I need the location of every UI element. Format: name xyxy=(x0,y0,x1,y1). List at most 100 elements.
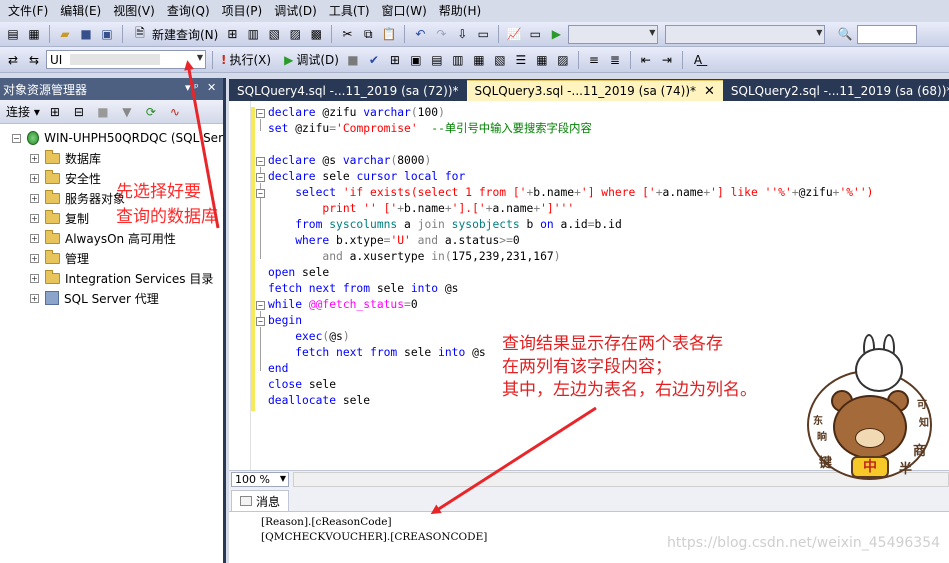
results-to-grid-icon[interactable]: ▦ xyxy=(533,51,551,69)
dmx-query-icon[interactable]: ▧ xyxy=(265,25,283,43)
filter-icon[interactable]: ▼ xyxy=(118,103,136,121)
specify-values-icon[interactable]: A͟ xyxy=(689,51,707,69)
stop-icon[interactable]: ■ xyxy=(344,51,362,69)
start-icon[interactable]: ▶ xyxy=(547,25,565,43)
new-project-icon[interactable]: ▤ xyxy=(4,25,22,43)
tree-node-databases[interactable]: + 数据库 xyxy=(0,148,223,168)
fold-collapse-icon[interactable]: − xyxy=(256,301,265,310)
tab-sqlquery3[interactable]: SQLQuery3.sql -...11_2019 (sa (74))* ✕ xyxy=(466,80,723,101)
results-to-file-icon[interactable]: ▨ xyxy=(554,51,572,69)
menu-edit[interactable]: 编辑(E) xyxy=(54,0,107,22)
tree-node-integration-services[interactable]: + Integration Services 目录 xyxy=(0,268,223,288)
mdx-query-icon[interactable]: ▥ xyxy=(244,25,262,43)
debug-button[interactable]: ▶ 调试(D) xyxy=(282,51,341,68)
db-engine-query-icon[interactable]: ⊞ xyxy=(223,25,241,43)
menu-help[interactable]: 帮助(H) xyxy=(433,0,487,22)
undo-icon[interactable]: ↶ xyxy=(411,25,429,43)
close-icon[interactable]: ✕ xyxy=(207,81,216,94)
expand-icon[interactable]: + xyxy=(30,253,39,263)
pin-icon[interactable]: ▾ ᵖ xyxy=(185,81,199,94)
menu-window[interactable]: 窗口(W) xyxy=(376,0,433,22)
tab-sqlquery2[interactable]: SQLQuery2.sql -...11_2019 (sa (68))* xyxy=(723,80,949,101)
debug-play-icon: ▶ xyxy=(284,52,294,67)
menu-project[interactable]: 项目(P) xyxy=(216,0,269,22)
tree-node-label: 管理 xyxy=(65,251,90,266)
fold-collapse-icon[interactable]: − xyxy=(256,157,265,166)
uncomment-icon[interactable]: ≣ xyxy=(606,51,624,69)
open-folder-icon[interactable]: ▰ xyxy=(56,25,74,43)
copy-icon[interactable]: ⧉ xyxy=(359,25,377,43)
tab-messages[interactable]: 消息 xyxy=(231,490,290,511)
analysis-query-icon[interactable]: ▩ xyxy=(307,25,325,43)
comment-icon[interactable]: ≡ xyxy=(585,51,603,69)
activity-icon[interactable]: ∿ xyxy=(166,103,184,121)
refresh-icon[interactable]: ⟳ xyxy=(142,103,160,121)
query-designer-icon[interactable]: ▣ xyxy=(407,51,425,69)
close-icon[interactable]: ✕ xyxy=(704,84,715,99)
sticker-char: 商 xyxy=(913,444,927,459)
new-query-button[interactable]: 🗎 新建查询(N) xyxy=(129,25,220,43)
save-icon[interactable]: ■ xyxy=(77,25,95,43)
change-connection-icon[interactable]: ⇆ xyxy=(25,51,43,69)
decrease-indent-icon[interactable]: ⇤ xyxy=(637,51,655,69)
expand-icon[interactable]: + xyxy=(30,173,39,183)
increase-indent-icon[interactable]: ⇥ xyxy=(658,51,676,69)
solution-platform-combo[interactable]: ▼ xyxy=(665,24,826,44)
code-line: and a.xusertype in(175,239,231,167) xyxy=(268,250,561,263)
connect-object-icon[interactable]: ⊞ xyxy=(46,103,64,121)
sticker-char: 半 xyxy=(899,462,913,477)
include-plan-icon[interactable]: ▥ xyxy=(449,51,467,69)
folder-icon xyxy=(45,169,60,184)
collapse-icon[interactable]: − xyxy=(12,133,21,143)
xmla-query-icon[interactable]: ▨ xyxy=(286,25,304,43)
expand-icon[interactable]: + xyxy=(30,273,39,283)
fold-collapse-icon[interactable]: − xyxy=(256,109,265,118)
expand-icon[interactable]: + xyxy=(30,193,39,203)
solution-config-combo[interactable]: ▼ xyxy=(568,24,659,44)
tree-node-alwayson[interactable]: + AlwaysOn 高可用性 xyxy=(0,228,223,248)
tab-sqlquery4[interactable]: SQLQuery4.sql -...11_2019 (sa (72))* xyxy=(229,80,467,101)
find-combo[interactable] xyxy=(857,24,918,44)
expand-icon[interactable]: + xyxy=(30,213,39,223)
navigate-icon[interactable]: ⇩ xyxy=(453,25,471,43)
menu-view[interactable]: 视图(V) xyxy=(107,0,161,22)
menu-query[interactable]: 查询(Q) xyxy=(161,0,216,22)
add-item-icon[interactable]: ▦ xyxy=(25,25,43,43)
menu-debug[interactable]: 调试(D) xyxy=(268,0,323,22)
disconnect-icon[interactable]: ⊟ xyxy=(70,103,88,121)
stop-icon[interactable]: ■ xyxy=(94,103,112,121)
paste-icon[interactable]: 📋 xyxy=(380,25,398,43)
debug-target-icon[interactable]: ▭ xyxy=(526,25,544,43)
execute-icon: ! xyxy=(221,52,227,67)
expand-icon[interactable]: + xyxy=(30,153,39,163)
menu-file[interactable]: 文件(F) xyxy=(2,0,54,22)
expand-icon[interactable]: + xyxy=(30,233,39,243)
tree-server-node[interactable]: − WIN-UHPH50QRDQC (SQL Ser xyxy=(0,128,223,148)
expand-icon[interactable]: + xyxy=(30,293,39,303)
fold-collapse-icon[interactable]: − xyxy=(256,189,265,198)
window-icon[interactable]: ▭ xyxy=(474,25,492,43)
tree-node-management[interactable]: + 管理 xyxy=(0,248,223,268)
cut-icon[interactable]: ✂ xyxy=(338,25,356,43)
menu-tools[interactable]: 工具(T) xyxy=(323,0,376,22)
tree-node-sql-agent[interactable]: + SQL Server 代理 xyxy=(0,288,223,308)
connect-icon[interactable]: ⇄ xyxy=(4,51,22,69)
estimated-plan-icon[interactable]: ⊞ xyxy=(386,51,404,69)
fold-guide xyxy=(260,119,261,131)
execute-button[interactable]: ! 执行(X) xyxy=(219,51,273,68)
fold-collapse-icon[interactable]: − xyxy=(256,317,265,326)
activity-monitor-icon[interactable]: 📈 xyxy=(505,25,523,43)
fold-collapse-icon[interactable]: − xyxy=(256,173,265,182)
intellisense-icon[interactable]: ▤ xyxy=(428,51,446,69)
zoom-combo[interactable]: 100 % ▼ xyxy=(231,472,289,487)
connect-dropdown[interactable]: 连接 ▾ xyxy=(6,103,40,120)
redo-icon[interactable]: ↷ xyxy=(432,25,450,43)
folder-icon xyxy=(45,209,60,224)
find-in-files-icon[interactable]: 🔍 xyxy=(836,25,854,43)
client-stats-icon[interactable]: ▧ xyxy=(491,51,509,69)
results-to-text-icon[interactable]: ☰ xyxy=(512,51,530,69)
available-databases-combo[interactable]: UI ▼ xyxy=(46,50,206,69)
save-all-icon[interactable]: ▣ xyxy=(98,25,116,43)
parse-icon[interactable]: ✔ xyxy=(365,51,383,69)
live-stats-icon[interactable]: ▦ xyxy=(470,51,488,69)
